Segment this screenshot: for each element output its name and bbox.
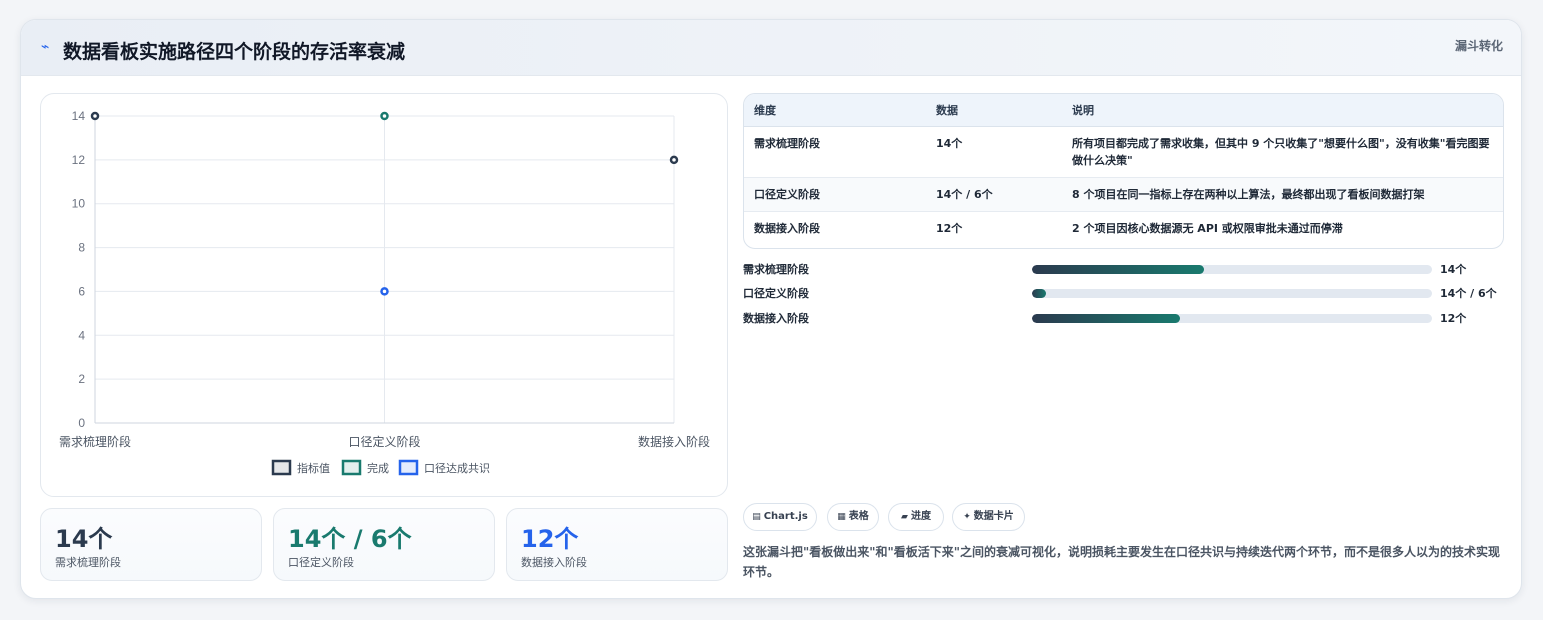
- progress-fill: [1032, 314, 1180, 323]
- data-table: 维度 数据 说明 需求梳理阶段 14个 所有项目都完成了需求收集，但其中 9 个…: [743, 93, 1504, 249]
- kpi-card-2: 14个 / 6个 口径定义阶段: [273, 508, 495, 581]
- progress-value: 12个: [1440, 312, 1467, 325]
- kpi-label: 需求梳理阶段: [55, 556, 121, 569]
- y-tick-label: 10: [72, 197, 86, 211]
- data-point: [380, 287, 389, 296]
- legend-swatch: [398, 459, 419, 476]
- table-header: 数据: [926, 94, 1062, 127]
- progress-value: 14个 / 6个: [1440, 287, 1497, 300]
- header-tag: 漏斗转化: [1454, 39, 1503, 53]
- table-icon: ▦: [837, 512, 846, 522]
- table-cell: 口径定义阶段: [744, 177, 926, 212]
- progress-track: [1032, 314, 1432, 323]
- kpi-label: 数据接入阶段: [521, 556, 587, 569]
- chip-label: Chart.js: [763, 511, 808, 522]
- table-cell: 8 个项目在同一指标上存在两种以上算法，最终都出现了看板间数据打架: [1062, 177, 1503, 212]
- legend-swatch: [271, 459, 292, 476]
- chart-icon: ▤: [752, 512, 761, 522]
- table-cell: 14个 / 6个: [926, 177, 1062, 212]
- kpi-value: 14个 / 6个: [288, 525, 412, 553]
- progress-track: [1032, 265, 1432, 274]
- y-tick-label: 14: [72, 109, 86, 123]
- table-cell: 2 个项目因核心数据源无 API 或权限审批未通过而停滞: [1072, 221, 1343, 235]
- chip-data-card[interactable]: ✦ 数据卡片: [952, 503, 1025, 531]
- chip-chartjs[interactable]: ▤ Chart.js: [743, 503, 817, 531]
- y-tick-label: 4: [78, 328, 85, 342]
- data-point: [669, 155, 679, 165]
- x-tick-label: 数据接入阶段: [638, 434, 710, 449]
- legend-label: 完成: [367, 461, 389, 475]
- y-tick-label: 6: [78, 284, 85, 298]
- table-header: 说明: [1062, 94, 1503, 127]
- legend-label: 指标值: [297, 461, 330, 475]
- chip-table[interactable]: ▦ 表格: [827, 503, 879, 531]
- table-row: 数据接入阶段 12个 2 个项目因核心数据源无 API 或权限审批未通过而停滞: [744, 211, 1503, 245]
- data-point: [380, 111, 389, 121]
- y-tick-label: 2: [78, 372, 85, 386]
- y-tick-label: 8: [78, 241, 85, 255]
- progress-label: 口径定义阶段: [743, 287, 809, 300]
- chip-label: 表格: [848, 511, 869, 522]
- legend-swatch: [341, 459, 362, 476]
- y-tick-label: 0: [78, 416, 85, 430]
- chip-progress[interactable]: ▰ 进度: [888, 503, 944, 531]
- progress-label: 数据接入阶段: [743, 312, 809, 325]
- chip-label: 进度: [910, 511, 931, 522]
- page-title: 数据看板实施路径四个阶段的存活率衰减: [63, 41, 406, 63]
- progress-row: 口径定义阶段 14个 / 6个: [743, 285, 1513, 301]
- table-header-row: 维度 数据 说明: [744, 94, 1503, 127]
- lightning-icon: ⌁: [41, 39, 50, 55]
- progress-fill: [1032, 265, 1204, 274]
- description-text: 这张漏斗把"看板做出来"和"看板活下来"之间的衰减可视化，说明损耗主要发生在口径…: [743, 545, 1501, 579]
- progress-label: 需求梳理阶段: [743, 263, 809, 276]
- chip-label: 数据卡片: [973, 511, 1014, 522]
- progress-fill: [1032, 289, 1046, 298]
- y-tick-label: 12: [72, 153, 86, 167]
- table-row: 需求梳理阶段 14个 所有项目都完成了需求收集，但其中 9 个只收集了"想要什么…: [744, 126, 1503, 178]
- data-point: [90, 111, 100, 121]
- progress-row: 数据接入阶段 12个: [743, 310, 1513, 326]
- chart-panel: 0 2 4 6 8 10 12 14 需求梳理阶段 口径定义阶段 数据接入阶段指标值 完成 口径达成共识: [40, 93, 728, 497]
- table-cell: 需求梳理阶段: [744, 126, 926, 178]
- kpi-card-3: 12个 数据接入阶段: [506, 508, 728, 581]
- table-cell: 数据接入阶段: [754, 221, 820, 235]
- table-header: 维度: [744, 94, 926, 127]
- progress-icon: ▰: [901, 512, 908, 522]
- table-row: 口径定义阶段 14个 / 6个 8 个项目在同一指标上存在两种以上算法，最终都出…: [744, 177, 1503, 212]
- progress-row: 需求梳理阶段 14个: [743, 261, 1513, 277]
- card-icon: ✦: [963, 512, 971, 522]
- progress-track: [1032, 289, 1432, 298]
- legend-label: 口径达成共识: [424, 462, 490, 475]
- kpi-value: 14个: [55, 525, 113, 553]
- x-tick-label: 需求梳理阶段: [59, 434, 131, 449]
- main-card: ⌁ 数据看板实施路径四个阶段的存活率衰减 漏斗转化 0 2 4 6 8 10 12 14 需求梳…: [20, 19, 1522, 599]
- kpi-card-1: 14个 需求梳理阶段: [40, 508, 262, 581]
- kpi-value: 12个: [521, 525, 579, 553]
- card-header: ⌁ 数据看板实施路径四个阶段的存活率衰减 漏斗转化: [21, 20, 1521, 76]
- scatter-chart: 0 2 4 6 8 10 12 14 需求梳理阶段 口径定义阶段 数据接入阶段指标值 完成 口径达成共识: [59, 109, 710, 476]
- table-cell: 14个: [926, 126, 1062, 178]
- table-cell: 12个: [936, 221, 963, 235]
- table-cell: 所有项目都完成了需求收集，但其中 9 个只收集了"想要什么图"，没有收集"看完图…: [1062, 126, 1503, 178]
- x-tick-label: 口径定义阶段: [348, 434, 420, 449]
- progress-value: 14个: [1440, 263, 1467, 276]
- kpi-label: 口径定义阶段: [288, 556, 354, 569]
